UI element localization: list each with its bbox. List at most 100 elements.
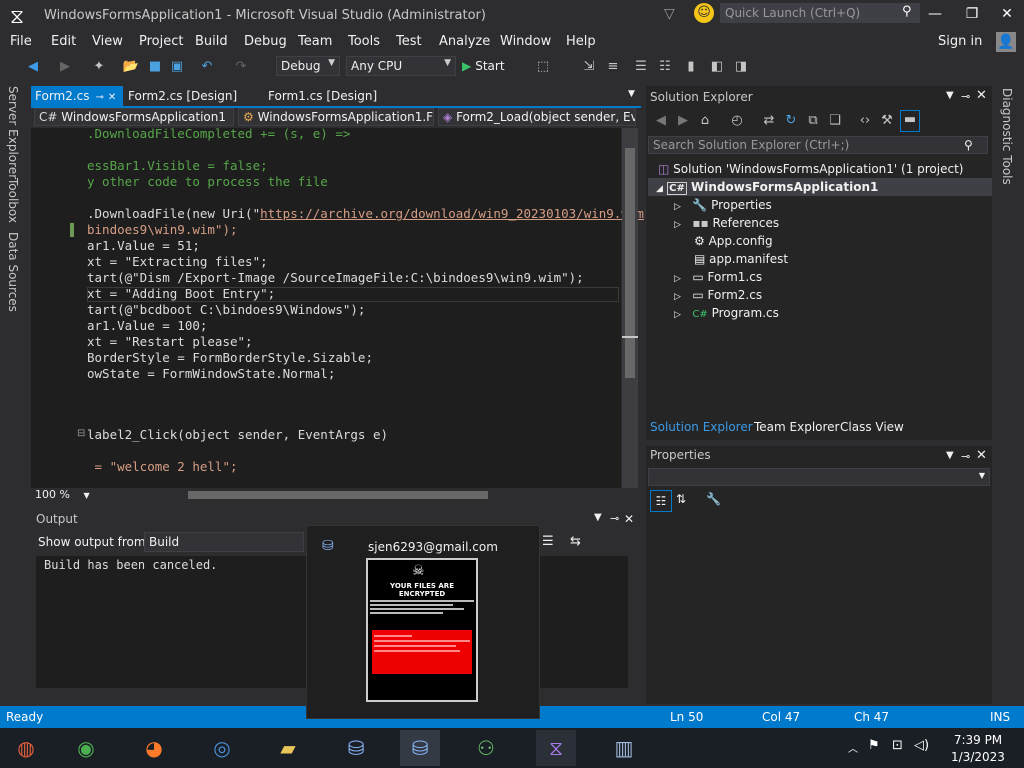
chrome-icon[interactable]: ◉ (66, 730, 106, 766)
tab-form2-design[interactable]: Form2.cs [Design] (124, 86, 241, 106)
solution-platform-select[interactable]: Any CPU ▼ (346, 56, 456, 76)
sync-icon[interactable]: ⇄ (760, 112, 778, 130)
quick-launch-input[interactable]: Quick Launch (Ctrl+Q) (720, 3, 920, 23)
menu-debug[interactable]: Debug (244, 34, 287, 49)
file-explorer-icon[interactable]: ▰ (268, 730, 308, 766)
feedback-smiley-icon[interactable]: ☺ (694, 3, 714, 23)
tree-item-form2[interactable]: ▷ ▭ Form2.cs (674, 288, 762, 302)
data-sources-tab[interactable]: Data Sources (6, 232, 20, 312)
open-file-icon[interactable]: 📂 (122, 58, 140, 76)
toolbox-tab[interactable]: Toolbox (6, 178, 20, 223)
pin-icon[interactable]: ⊸ (961, 450, 970, 463)
panel-options-icon[interactable]: ▼ (946, 450, 954, 461)
panel-options-icon[interactable]: ▼ (946, 90, 954, 101)
tree-item-properties[interactable]: ▷ 🔧 Properties (674, 198, 772, 212)
flag-icon[interactable]: ⚑ (868, 738, 880, 753)
properties-wrench-icon[interactable]: ⚒ (878, 112, 896, 130)
solution-configuration-select[interactable]: Debug ▼ (276, 56, 340, 76)
start-button[interactable]: ▶ Start (462, 56, 524, 76)
comment-icon[interactable]: ☰ (632, 58, 650, 76)
avatar-icon[interactable]: 👤 (996, 32, 1016, 52)
menu-test[interactable]: Test (396, 34, 422, 49)
menu-edit[interactable]: Edit (51, 34, 76, 49)
menu-build[interactable]: Build (195, 34, 228, 49)
alphabetical-icon[interactable]: ⇅ (676, 492, 686, 506)
close-icon[interactable]: ✕ (108, 92, 116, 103)
show-all-files-icon[interactable]: ❏ (826, 112, 844, 130)
task-manager-icon[interactable]: ▥ (604, 730, 644, 766)
menu-team[interactable]: Team (298, 34, 332, 49)
output-source-select[interactable]: Build (144, 532, 304, 552)
diagnostic-tools-tab[interactable]: Diagnostic Tools (1000, 88, 1014, 185)
tab-form2-cs[interactable]: Form2.cs ⊸ ✕ (31, 86, 123, 106)
new-project-icon[interactable]: ✦ (90, 58, 108, 76)
pin-icon[interactable]: ⊸ (961, 90, 970, 103)
setup-app-active-icon[interactable]: ⛁ (400, 730, 440, 766)
menu-project[interactable]: Project (139, 34, 183, 49)
tree-project[interactable]: ◢ C# WindowsFormsApplication1 (656, 180, 878, 195)
tab-solution-explorer[interactable]: Solution Explorer (650, 420, 753, 434)
scrollbar-thumb[interactable] (625, 148, 635, 378)
browser-link-icon[interactable]: ⬚ (534, 58, 552, 76)
network-app-icon[interactable]: ⚇ (466, 730, 506, 766)
clear-all-icon[interactable]: ☰ (542, 534, 554, 549)
minimize-button[interactable]: — (918, 2, 952, 26)
undo-icon[interactable]: ↶ (198, 58, 216, 76)
server-explorer-tab[interactable]: Server Explorer (6, 86, 20, 179)
next-bookmark-icon[interactable]: ◨ (732, 58, 750, 76)
close-button[interactable]: ✕ (990, 2, 1024, 26)
pin-icon[interactable]: ⊸ (610, 512, 619, 525)
step-into-icon[interactable]: ⇲ (580, 58, 598, 76)
save-all-icon[interactable]: ▣ (168, 58, 186, 76)
volume-icon[interactable]: ◁) (914, 738, 929, 753)
class-nav-select[interactable]: ⚙ WindowsFormsApplication1.Fo (238, 108, 434, 126)
refresh-icon[interactable]: ↻ (782, 112, 800, 130)
member-nav-select[interactable]: ◈ Form2_Load(object sender, Eve (438, 108, 636, 126)
format-icon[interactable]: ≡ (604, 58, 622, 76)
taskbar-clock[interactable]: 7:39 PM 1/3/2023 (938, 732, 1018, 766)
sign-in-link[interactable]: Sign in (938, 34, 982, 49)
visual-studio-taskbar-icon[interactable]: ⧖ (536, 730, 576, 766)
redo-icon[interactable]: ↷ (232, 58, 250, 76)
back-icon[interactable]: ◀ (652, 112, 670, 130)
properties-object-select[interactable]: ▼ (648, 468, 990, 486)
zoom-select[interactable]: 100 % ▼ (35, 488, 90, 501)
solution-search-input[interactable]: Search Solution Explorer (Ctrl+;) (648, 136, 988, 154)
taskbar-app-icon[interactable]: ◍ (6, 730, 46, 766)
categorized-icon[interactable]: ☷ (650, 490, 672, 512)
uncomment-icon[interactable]: ☷ (656, 58, 674, 76)
code-url-link[interactable]: https://archive.org/download/win9_202301… (260, 206, 644, 221)
back-icon[interactable]: ◀ (24, 58, 42, 76)
network-icon[interactable]: ⊡ (892, 738, 903, 753)
close-icon[interactable]: ✕ (976, 448, 987, 463)
taskbar-circle-app-icon[interactable]: ◎ (202, 730, 242, 766)
word-wrap-icon[interactable]: ⇆ (570, 534, 581, 549)
menu-tools[interactable]: Tools (348, 34, 380, 49)
collapse-all-icon[interactable]: ⧉ (804, 112, 822, 130)
view-code-icon[interactable]: ‹› (856, 112, 874, 130)
tab-team-explorer[interactable]: Team Explorer (754, 420, 840, 434)
tab-overflow-chevron-icon[interactable]: ▼ (624, 86, 639, 106)
tab-class-view[interactable]: Class View (840, 420, 904, 434)
search-icon[interactable]: ⚲ (964, 138, 973, 152)
firefox-icon[interactable]: ◕ (134, 730, 174, 766)
tree-item-app-manifest[interactable]: ▤ app.manifest (694, 252, 788, 266)
menu-view[interactable]: View (92, 34, 123, 49)
forward-icon[interactable]: ▶ (56, 58, 74, 76)
tray-expand-icon[interactable]: ︿ (848, 740, 858, 755)
setup-app-icon[interactable]: ⛁ (336, 730, 376, 766)
pending-changes-icon[interactable]: ◴ (728, 112, 746, 130)
menu-file[interactable]: File (10, 34, 32, 49)
menu-help[interactable]: Help (566, 34, 596, 49)
menu-analyze[interactable]: Analyze (439, 34, 490, 49)
menu-window[interactable]: Window (500, 34, 551, 49)
tree-item-form1[interactable]: ▷ ▭ Form1.cs (674, 270, 762, 284)
tree-item-app-config[interactable]: ⚙ App.config (694, 234, 773, 248)
collapse-toggle-icon[interactable]: ⊟ (77, 428, 85, 439)
pin-icon[interactable]: ⊸ (96, 92, 104, 103)
close-icon[interactable]: ✕ (976, 88, 987, 103)
search-icon[interactable]: ⚲ (902, 4, 912, 19)
property-pages-icon[interactable]: 🔧 (706, 492, 721, 506)
tab-form1-design[interactable]: Form1.cs [Design] (264, 86, 381, 106)
tree-item-program[interactable]: ▷ C# Program.cs (674, 306, 779, 320)
